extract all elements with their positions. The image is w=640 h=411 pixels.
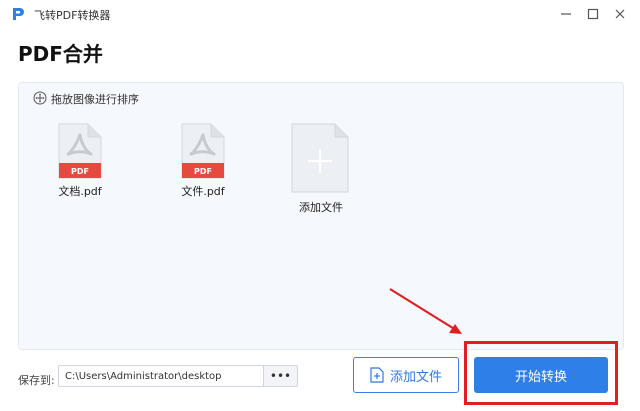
save-path-input[interactable] (58, 365, 264, 387)
save-to-label: 保存到: (18, 374, 55, 387)
minimize-icon (561, 13, 571, 15)
browse-button[interactable]: ••• (264, 365, 298, 387)
pdf-badge: PDF (194, 167, 212, 176)
pdf-badge: PDF (71, 167, 89, 176)
window-title: 飞转PDF转换器 (34, 9, 111, 22)
close-icon (615, 9, 625, 19)
maximize-icon (587, 8, 599, 20)
file-add-icon (370, 367, 384, 383)
add-file-tile[interactable]: 添加文件 (291, 123, 351, 214)
file-name: 文件.pdf (181, 185, 225, 198)
add-file-button[interactable]: 添加文件 (353, 357, 459, 393)
sort-hint: 拖放图像进行排序 (51, 93, 139, 106)
pdf-p-logo-icon (13, 8, 24, 20)
page-title: PDF合并 (18, 42, 103, 66)
drag-move-icon (33, 91, 47, 105)
minimize-button[interactable] (554, 4, 578, 24)
pdf-file-icon: PDF (58, 123, 102, 179)
close-button[interactable] (608, 4, 632, 24)
file-item[interactable]: PDF 文件.pdf (163, 123, 243, 199)
file-item[interactable]: PDF 文档.pdf (40, 123, 120, 199)
plus-icon (291, 123, 349, 193)
maximize-button[interactable] (581, 4, 605, 24)
annotation-highlight-box (464, 341, 618, 405)
title-bar: 飞转PDF转换器 (0, 0, 640, 28)
add-file-tile-label: 添加文件 (299, 201, 343, 214)
file-drop-panel[interactable]: 拖放图像进行排序 PDF 文档.pdf PDF 文件.pdf 添加文件 (18, 82, 624, 350)
file-name: 文档.pdf (58, 185, 102, 198)
pdf-file-icon: PDF (181, 123, 225, 179)
add-file-button-label: 添加文件 (389, 369, 442, 385)
